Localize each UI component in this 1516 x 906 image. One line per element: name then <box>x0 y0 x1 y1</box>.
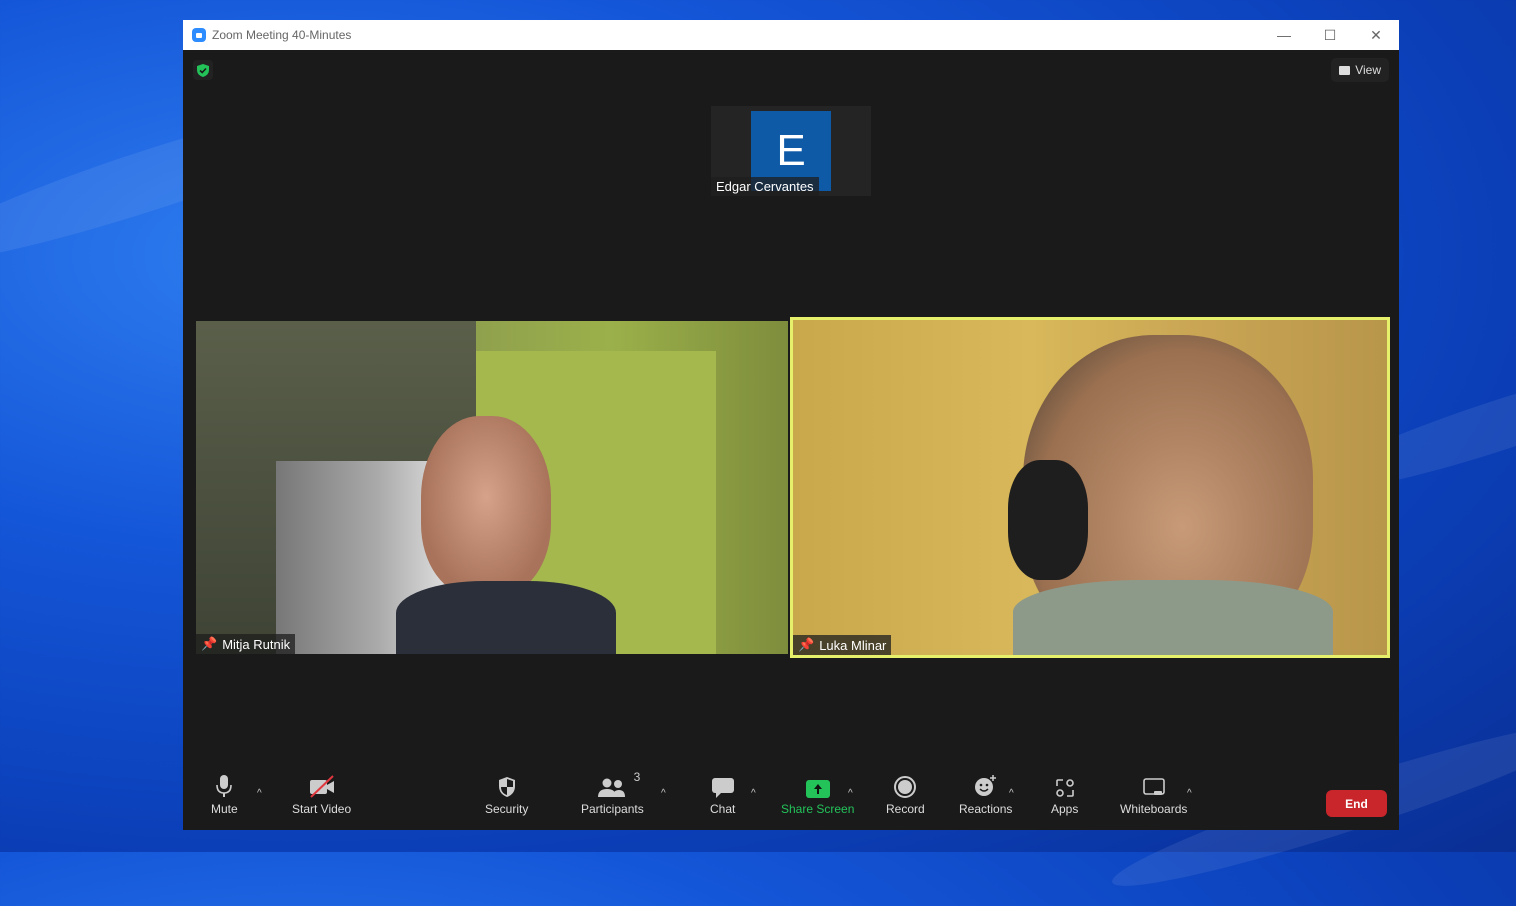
participants-options-caret[interactable]: ^ <box>661 788 666 799</box>
participants-label: Participants <box>581 802 644 816</box>
grid-view-icon <box>1339 65 1351 75</box>
participants-button[interactable]: 3 Participants <box>581 770 644 816</box>
share-screen-label: Share Screen <box>781 802 855 816</box>
security-button[interactable]: Security <box>485 770 528 816</box>
participant-tile-edgar[interactable]: E Edgar Cervantes <box>711 106 871 196</box>
whiteboard-icon <box>1142 778 1165 795</box>
view-label: View <box>1355 63 1381 77</box>
chat-label: Chat <box>710 802 736 816</box>
headphones-left <box>1008 460 1088 580</box>
share-screen-button[interactable]: Share Screen <box>781 770 854 816</box>
record-button[interactable]: Record <box>886 770 925 816</box>
whiteboards-options-caret[interactable]: ^ <box>1187 788 1192 799</box>
record-icon <box>894 776 917 798</box>
pin-icon: 📌 <box>798 637 815 652</box>
participant-name-tag: 📌 Mitja Rutnik <box>196 634 296 654</box>
reactions-button[interactable]: Reactions <box>959 770 1012 816</box>
reactions-label: Reactions <box>959 802 1013 816</box>
mute-button[interactable]: Mute <box>211 770 238 816</box>
start-video-label: Start Video <box>292 802 352 816</box>
video-off-icon <box>309 775 334 798</box>
mute-label: Mute <box>211 802 238 816</box>
audio-options-caret[interactable]: ^ <box>257 788 262 799</box>
participant-name-tag: 📌 Luka Mlinar <box>793 635 892 655</box>
apps-label: Apps <box>1051 802 1079 816</box>
share-screen-arrow-icon <box>805 780 830 798</box>
apps-button[interactable]: Apps <box>1051 770 1078 816</box>
video-tile-mitja[interactable]: 📌 Mitja Rutnik <box>196 321 788 654</box>
apps-icon <box>1055 779 1074 797</box>
end-meeting-button[interactable]: End <box>1326 790 1387 817</box>
participants-count: 3 <box>633 770 641 784</box>
chat-options-caret[interactable]: ^ <box>751 788 756 799</box>
window-title: Zoom Meeting 40-Minutes <box>212 28 352 42</box>
security-shield-icon <box>498 777 515 797</box>
maximize-button[interactable]: ☐ <box>1307 20 1353 50</box>
reactions-options-caret[interactable]: ^ <box>1009 788 1014 799</box>
participants-icon <box>598 778 626 797</box>
participant-name: Edgar Cervantes <box>716 179 814 194</box>
meeting-toolbar: Mute ^ Start Video Security 3 Participan… <box>183 770 1399 830</box>
video-tile-luka-active-speaker[interactable]: 📌 Luka Mlinar <box>790 317 1390 658</box>
view-button[interactable]: View <box>1331 58 1389 82</box>
start-video-button[interactable]: Start Video <box>292 770 351 816</box>
zoom-meeting-window: Zoom Meeting 40-Minutes — ☐ ✕ View E Edg… <box>183 20 1399 830</box>
participant-name: Mitja Rutnik <box>222 636 291 652</box>
whiteboards-button[interactable]: Whiteboards <box>1120 770 1187 816</box>
minimize-button[interactable]: — <box>1261 20 1307 50</box>
whiteboards-label: Whiteboards <box>1120 802 1188 816</box>
security-label: Security <box>485 802 529 816</box>
close-button[interactable]: ✕ <box>1353 20 1399 50</box>
title-bar[interactable]: Zoom Meeting 40-Minutes — ☐ ✕ <box>183 20 1399 50</box>
share-options-caret[interactable]: ^ <box>848 788 853 799</box>
pin-icon: 📌 <box>201 636 218 651</box>
participant-name: Luka Mlinar <box>819 637 887 653</box>
record-label: Record <box>886 802 925 816</box>
shield-check-icon <box>197 63 209 77</box>
zoom-app-icon <box>192 28 206 42</box>
participant-name-tag: Edgar Cervantes <box>711 177 819 196</box>
reactions-smiley-icon <box>974 775 996 796</box>
participant-face <box>421 416 551 596</box>
encryption-shield-button[interactable] <box>193 60 213 80</box>
chat-button[interactable]: Chat <box>710 770 735 816</box>
chat-bubble-icon <box>711 778 734 798</box>
participant-body <box>1013 580 1333 655</box>
participant-body <box>396 581 616 654</box>
microphone-icon <box>216 775 233 797</box>
